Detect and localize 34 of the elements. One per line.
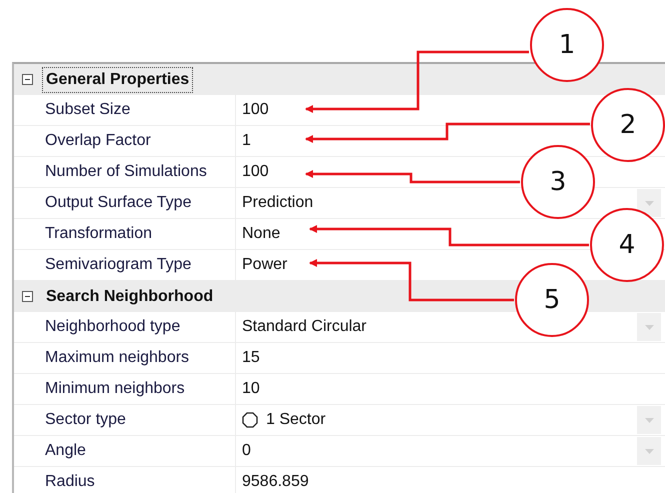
property-label: Sector type xyxy=(40,405,236,435)
callout-marker: 1 xyxy=(530,8,604,82)
section-header[interactable]: General Properties xyxy=(42,66,194,92)
caret-icon xyxy=(644,448,654,454)
property-label: Neighborhood type xyxy=(40,312,236,342)
property-label: Output Surface Type xyxy=(40,188,236,218)
property-value[interactable]: None xyxy=(242,225,280,243)
property-value[interactable]: 100 xyxy=(242,101,269,119)
property-label: Subset Size xyxy=(40,95,236,125)
property-value[interactable]: 1 Sector xyxy=(266,411,326,429)
collapse-toggle-icon[interactable] xyxy=(22,74,32,85)
dropdown-button[interactable] xyxy=(637,189,661,217)
property-label: Maximum neighbors xyxy=(40,343,236,373)
caret-icon xyxy=(644,324,654,330)
property-label: Angle xyxy=(40,436,236,466)
collapse-toggle-icon[interactable] xyxy=(22,291,32,302)
property-label: Semivariogram Type xyxy=(40,250,236,280)
property-value[interactable]: Standard Circular xyxy=(242,318,366,336)
property-value[interactable]: 1 xyxy=(242,132,251,150)
property-value[interactable]: Power xyxy=(242,256,288,274)
property-label: Minimum neighbors xyxy=(40,374,236,404)
property-label: Overlap Factor xyxy=(40,126,236,156)
property-value[interactable]: Prediction xyxy=(242,194,314,212)
property-label: Radius xyxy=(40,467,236,493)
property-value[interactable]: 10 xyxy=(242,380,260,398)
caret-icon xyxy=(644,418,654,422)
property-value[interactable]: 100 xyxy=(242,163,269,181)
section-header[interactable]: Search Neighborhood xyxy=(42,284,218,310)
property-value[interactable]: 15 xyxy=(242,349,260,367)
property-value[interactable]: 0 xyxy=(242,442,251,460)
property-label: Transformation xyxy=(40,219,236,249)
property-value[interactable]: 9586.859 xyxy=(242,473,309,491)
caret-icon xyxy=(644,200,654,206)
property-label: Number of Simulations xyxy=(40,157,236,187)
